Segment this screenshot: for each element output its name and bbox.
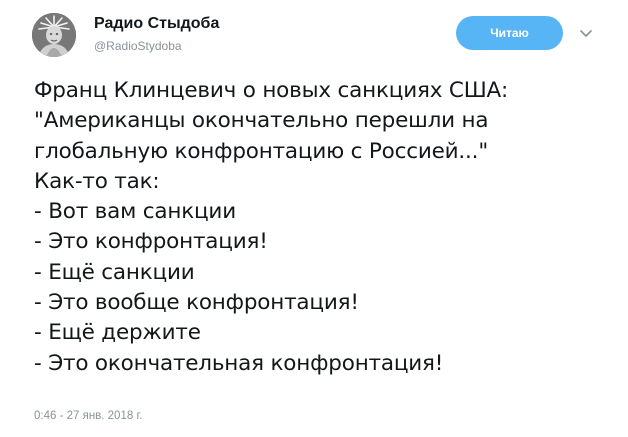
author-handle[interactable]: @RadioStydoba: [94, 39, 182, 53]
tweet-line: - Это окончательная конфронтация!: [34, 350, 444, 376]
tweet-line: - Ещё держите: [34, 320, 201, 346]
tweet-line: - Вот вам санкции: [34, 199, 236, 225]
tweet-line: Франц Клинцевич о новых санкциях США:: [34, 78, 509, 103]
tweet-line: "Американцы окончательно перешли на: [34, 108, 489, 134]
chevron-down-icon[interactable]: [578, 25, 594, 39]
tweet-text: Франц Клинцевич о новых санкциях США: "А…: [34, 76, 614, 379]
avatar[interactable]: [32, 13, 76, 57]
tweet-line: - Ещё санкции: [34, 259, 195, 285]
tweet-line: Как-то так:: [34, 168, 160, 194]
author-display-name[interactable]: Радио Стыдоба: [94, 15, 219, 33]
follow-button[interactable]: Читаю: [456, 16, 563, 50]
tweet-card: Радио Стыдоба @RadioStydoba Читаю Франц …: [0, 0, 628, 437]
tweet-line: - Это вообще конфронтация!: [34, 290, 359, 316]
tweet-timestamp[interactable]: 0:46 - 27 янв. 2018 г.: [34, 410, 142, 422]
liberty-statue-avatar-icon: [32, 13, 76, 57]
tweet-line: глобальную конфронтацию с Россией...": [34, 138, 489, 164]
tweet-line: - Это конфронтация!: [34, 229, 268, 255]
